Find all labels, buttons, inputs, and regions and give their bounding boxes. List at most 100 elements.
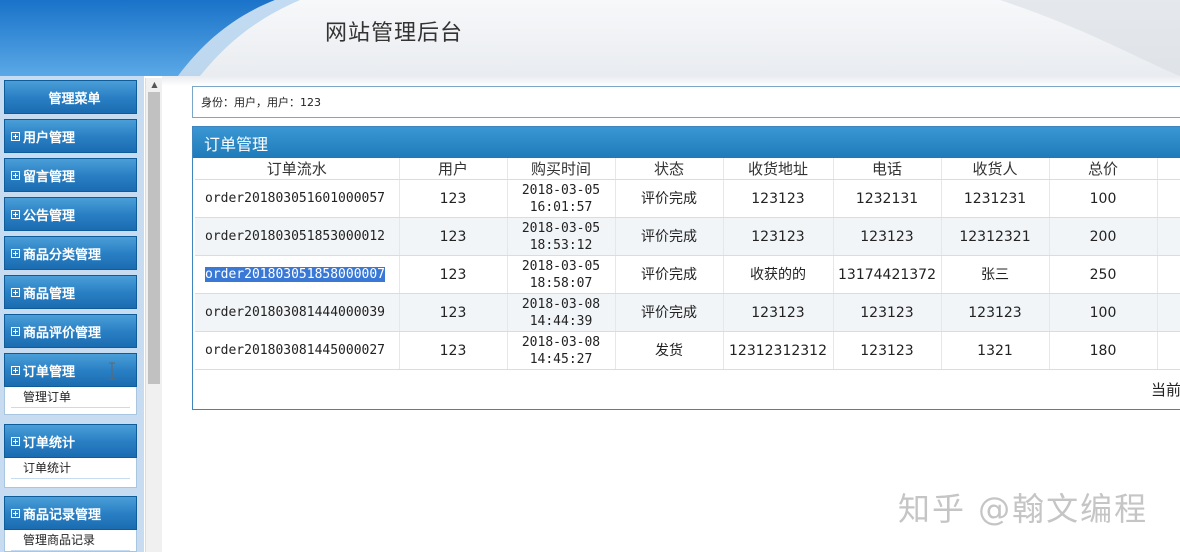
scroll-up-arrow-icon[interactable]: ▲ (146, 78, 163, 91)
column-header: 状态 (615, 158, 724, 180)
expand-plus-icon (11, 131, 20, 141)
menu-submenu-order: 管理订单 (4, 387, 137, 415)
order-phone: 123123 (833, 331, 942, 370)
order-clock: 14:44:39 (529, 313, 593, 329)
order-address: 12312312312 (723, 331, 834, 370)
order-actions[interactable] (1157, 331, 1180, 370)
pager-text: 当前 (1150, 381, 1180, 399)
order-date: 2018-03-05 (521, 258, 601, 274)
order-panel: 订单管理 订单流水 用户 购买时间 状态 收货地址 电话 收货人 总价 orde… (192, 126, 1180, 410)
table-row[interactable]: order201803051601000057 123 2018-03-05 16… (195, 179, 1180, 218)
order-user: 123 (399, 217, 508, 256)
table-row[interactable]: order201803051858000007 123 2018-03-05 18… (195, 255, 1180, 294)
order-number: order201803081445000027 (195, 331, 400, 370)
menu-item-manage-product-records[interactable]: 管理商品记录 (11, 530, 130, 551)
menu-section-order-stats[interactable]: 订单统计 (4, 424, 137, 458)
menu-section-label: 订单管理 (23, 364, 76, 380)
menu-submenu-product-records: 管理商品记录 (4, 530, 137, 552)
order-status: 评价完成 (615, 217, 724, 256)
order-actions[interactable] (1157, 217, 1180, 256)
order-number: order201803081444000039 (195, 293, 400, 332)
order-number: order201803051853000012 (195, 217, 400, 256)
menu-item-manage-orders[interactable]: 管理订单 (11, 387, 130, 408)
expand-plus-icon (11, 248, 20, 258)
order-time: 2018-03-05 16:01:57 (507, 179, 616, 218)
order-time: 2018-03-05 18:53:12 (507, 217, 616, 256)
scrollbar-thumb[interactable] (148, 92, 160, 384)
panel-header: 订单管理 (193, 127, 1180, 158)
menu-section-label: 公告管理 (23, 208, 76, 224)
identity-bar: 身份：用户，用户：123 (192, 86, 1180, 118)
menu-section-category[interactable]: 商品分类管理 (4, 236, 137, 270)
order-total: 180 (1049, 331, 1158, 370)
order-total: 100 (1049, 179, 1158, 218)
order-clock: 18:58:07 (529, 275, 593, 291)
column-header: 收货地址 (723, 158, 834, 180)
order-status: 发货 (615, 331, 724, 370)
expand-plus-icon (11, 209, 20, 219)
menu-title: 管理菜单 (4, 80, 137, 114)
expand-plus-icon (11, 170, 20, 180)
table-row[interactable]: order201803051853000012 123 2018-03-05 18… (195, 217, 1180, 256)
main-top-shade (162, 76, 1180, 86)
order-receiver: 张三 (941, 255, 1050, 294)
order-address: 123123 (723, 293, 834, 332)
order-number: order201803051601000057 (195, 179, 400, 218)
menu-section-product-records[interactable]: 商品记录管理 (4, 496, 137, 530)
table-header-row: 订单流水 用户 购买时间 状态 收货地址 电话 收货人 总价 (195, 158, 1180, 180)
order-actions[interactable] (1157, 255, 1180, 294)
panel-title: 订单管理 (204, 134, 269, 154)
column-header (1157, 158, 1180, 180)
order-total: 200 (1049, 217, 1158, 256)
menu-section-order[interactable]: 订单管理 (4, 353, 137, 387)
page-title: 网站管理后台 (325, 21, 464, 46)
menu-section-label: 商品分类管理 (23, 247, 102, 263)
menu-section-user[interactable]: 用户管理 (4, 119, 137, 153)
table-row[interactable]: order201803081444000039 123 2018-03-08 14… (195, 293, 1180, 332)
order-time: 2018-03-08 14:45:27 (507, 331, 616, 370)
order-total: 250 (1049, 255, 1158, 294)
column-header: 收货人 (941, 158, 1050, 180)
order-status: 评价完成 (615, 255, 724, 294)
order-time: 2018-03-05 18:58:07 (507, 255, 616, 294)
order-clock: 14:45:27 (529, 351, 593, 367)
menu-section-review[interactable]: 商品评价管理 (4, 314, 137, 348)
menu-scrollbar[interactable]: ▲ (145, 78, 163, 552)
menu-item-order-stats[interactable]: 订单统计 (11, 458, 130, 479)
page-header: 网站管理后台 (0, 0, 1180, 76)
menu-section-notice[interactable]: 公告管理 (4, 197, 137, 231)
order-user: 123 (399, 293, 508, 332)
selected-order-number[interactable]: order201803051858000007 (205, 266, 386, 282)
order-date: 2018-03-08 (521, 334, 601, 350)
order-clock: 18:53:12 (529, 237, 593, 253)
table-row[interactable]: order201803081445000027 123 2018-03-08 14… (195, 331, 1180, 370)
order-phone: 1232131 (833, 179, 942, 218)
menu-section-label: 商品记录管理 (23, 507, 102, 523)
order-total: 100 (1049, 293, 1158, 332)
watermark: 知乎 @翰文编程 (898, 490, 1149, 528)
order-clock: 16:01:57 (529, 199, 593, 215)
menu-section-label: 留言管理 (23, 169, 76, 185)
order-actions[interactable] (1157, 179, 1180, 218)
orders-table: 订单流水 用户 购买时间 状态 收货地址 电话 收货人 总价 order2018… (195, 158, 1180, 370)
header-swoosh (0, 0, 1180, 76)
order-phone: 123123 (833, 293, 942, 332)
expand-plus-icon (11, 508, 20, 518)
column-header: 用户 (399, 158, 508, 180)
menu-section-product[interactable]: 商品管理 (4, 275, 137, 309)
order-phone: 13174421372 (833, 255, 942, 294)
column-header: 订单流水 (195, 158, 400, 180)
expand-plus-icon (11, 326, 20, 336)
menu-section-label: 用户管理 (23, 130, 76, 146)
order-receiver: 123123 (941, 293, 1050, 332)
menu-section-message[interactable]: 留言管理 (4, 158, 137, 192)
order-actions[interactable] (1157, 293, 1180, 332)
menu-section-label: 商品管理 (23, 286, 76, 302)
text-cursor-icon (109, 362, 115, 380)
order-date: 2018-03-08 (521, 296, 601, 312)
order-user: 123 (399, 331, 508, 370)
order-number: order201803051858000007 (195, 255, 400, 294)
order-date: 2018-03-05 (521, 182, 601, 198)
order-address: 123123 (723, 179, 834, 218)
order-date: 2018-03-05 (521, 220, 601, 236)
